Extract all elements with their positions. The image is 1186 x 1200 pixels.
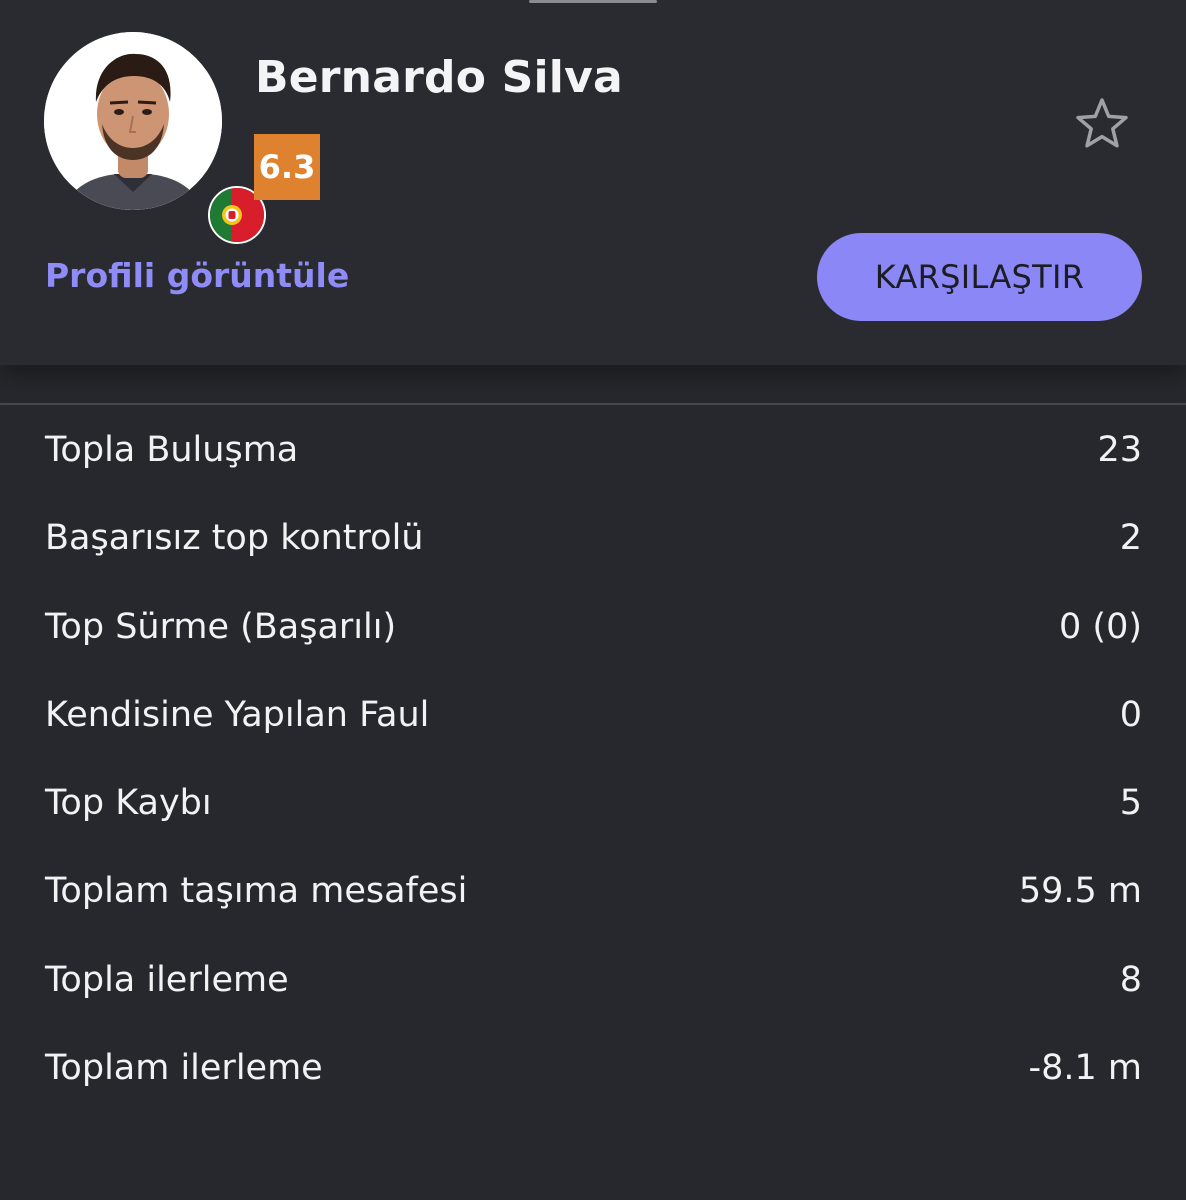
stat-row: Kendisine Yapılan Faul 0 [0,671,1186,759]
stat-label: Top Sürme (Başarılı) [45,606,397,647]
stat-row: Topla Buluşma 23 [0,406,1186,494]
stat-label: Topla ilerleme [45,959,289,1000]
stat-label: Topla Buluşma [45,430,299,470]
stat-label: Top Kaybı [45,783,212,824]
stat-value: 2 [1119,518,1142,559]
stat-row: Top Kaybı 5 [0,759,1186,847]
stat-value: 59.5 m [1018,871,1142,912]
view-profile-link[interactable]: Profili görüntüle [45,256,349,295]
stat-row: Başarısız top kontrolü 2 [0,494,1186,582]
stat-label: Toplam ilerleme [45,1048,323,1089]
compare-button[interactable]: KARŞILAŞTIR [817,233,1142,321]
player-photo [44,32,222,210]
stat-row: Top Sürme (Başarılı) 0 (0) [0,583,1186,671]
stat-value: 0 [1119,694,1142,735]
stat-value: -8.1 m [1028,1048,1142,1089]
stat-label: Başarısız top kontrolü [45,518,424,559]
star-outline-icon[interactable] [1073,95,1131,153]
stat-value: 0 (0) [1059,606,1142,647]
sheet-drag-handle[interactable] [529,0,657,3]
stat-value: 8 [1119,959,1142,1000]
player-name: Bernardo Silva [255,52,623,103]
stat-value: 23 [1097,430,1142,470]
stat-row: Toplam ilerleme -8.1 m [0,1024,1186,1112]
stat-label: Toplam taşıma mesafesi [45,871,468,912]
player-header-card: Bernardo Silva 6.3 Profili görüntüle KAR… [0,0,1186,365]
player-stats-sheet: Bernardo Silva 6.3 Profili görüntüle KAR… [0,0,1186,1200]
section-divider [0,403,1186,405]
player-avatar [44,32,266,244]
stats-list: Topla Buluşma 23 Başarısız top kontrolü … [0,406,1186,1112]
stat-value: 5 [1119,783,1142,824]
rating-badge: 6.3 [254,134,320,200]
stat-label: Kendisine Yapılan Faul [45,694,430,735]
stat-row: Topla ilerleme 8 [0,936,1186,1024]
stat-row: Toplam taşıma mesafesi 59.5 m [0,847,1186,935]
